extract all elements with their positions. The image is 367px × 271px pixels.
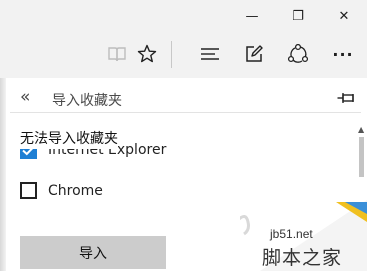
panel-header: « 导入收藏夹 — [6, 78, 367, 120]
web-note-button[interactable] — [237, 32, 271, 76]
watermark-url: jb51.net — [270, 227, 313, 241]
browser-toolbar: ··· — [0, 32, 367, 78]
watermark-text: 脚本之家 — [262, 247, 343, 269]
more-button[interactable]: ··· — [326, 32, 360, 76]
close-button[interactable]: ✕ — [321, 0, 367, 32]
title-bar: — ❐ ✕ — [0, 0, 367, 32]
import-button[interactable]: 导入 — [20, 236, 166, 269]
reading-view-button[interactable] — [100, 32, 134, 76]
close-icon: ✕ — [338, 8, 350, 24]
more-icon: ··· — [332, 44, 354, 64]
back-chevron-icon[interactable]: « — [20, 87, 30, 107]
reading-view-icon — [108, 47, 126, 62]
pin-icon[interactable] — [337, 91, 355, 105]
hub-icon — [201, 48, 219, 60]
option-chrome[interactable]: Chrome — [20, 182, 220, 202]
share-icon — [287, 44, 309, 63]
web-note-icon — [246, 45, 263, 62]
panel-divider — [10, 112, 361, 113]
scroll-up-arrow-icon[interactable]: ▲ — [358, 125, 364, 134]
import-error-notice: 无法导入收藏夹 — [20, 129, 118, 149]
restore-icon: ❐ — [292, 8, 304, 24]
checkbox-unchecked[interactable] — [20, 182, 37, 199]
minimize-button[interactable]: — — [229, 0, 275, 32]
favorites-star-icon — [137, 44, 157, 63]
hub-button[interactable] — [193, 32, 227, 76]
favorites-button[interactable] — [130, 32, 164, 76]
toolbar-separator — [171, 41, 172, 68]
scrollbar-thumb[interactable] — [359, 137, 364, 177]
maximize-button[interactable]: ❐ — [275, 0, 321, 32]
share-button[interactable] — [281, 32, 315, 76]
option-label: Chrome — [48, 183, 103, 199]
site-watermark: jb51.net 脚本之家 — [240, 200, 367, 271]
minimize-icon: — — [245, 8, 259, 24]
panel-title: 导入收藏夹 — [52, 93, 122, 109]
